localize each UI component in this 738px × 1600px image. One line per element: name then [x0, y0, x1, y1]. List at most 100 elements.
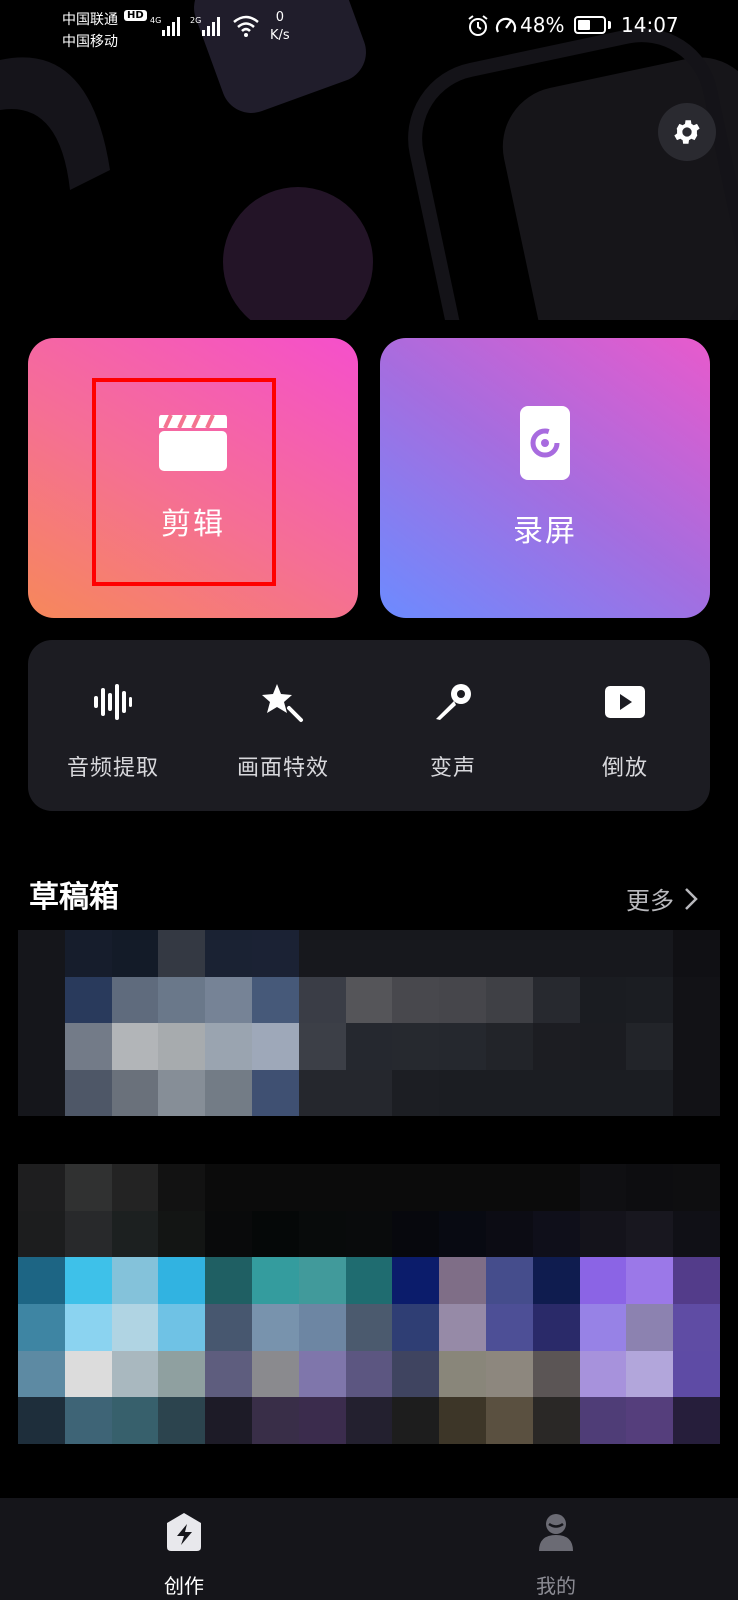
carrier-1: 中国联通 — [62, 12, 118, 28]
thumbnail-pixel — [579, 1304, 627, 1351]
tool-audio-extract[interactable]: 音频提取 — [28, 640, 198, 811]
thumbnail-pixel — [673, 1210, 720, 1258]
thumbnail-pixel — [298, 1304, 346, 1351]
tool-voice-change[interactable]: 变声 — [368, 640, 538, 811]
tools-panel: 音频提取 画面特效 变声 倒放 — [28, 640, 710, 811]
thumbnail-pixel — [205, 1210, 252, 1258]
settings-button[interactable] — [658, 103, 716, 161]
thumbnail-pixel — [673, 1164, 720, 1211]
thumbnail-pixel — [626, 1304, 674, 1351]
thumbnail-pixel — [158, 1023, 206, 1070]
more-link[interactable]: 更多 — [626, 881, 698, 916]
more-label: 更多 — [626, 887, 674, 915]
nav-label: 我的 — [536, 1574, 576, 1598]
thumbnail-pixel — [579, 930, 627, 977]
thumbnail-pixel — [673, 930, 720, 977]
thumbnail-pixel — [18, 1023, 65, 1070]
net-speed-value: 0 — [275, 10, 284, 25]
thumbnail-pixel — [205, 1350, 252, 1398]
thumbnail-pixel — [111, 976, 159, 1023]
thumbnail-pixel — [18, 976, 65, 1023]
thumbnail-pixel — [158, 1350, 206, 1398]
thumbnail-pixel — [626, 1069, 674, 1116]
draft-item[interactable] — [18, 1164, 720, 1444]
thumbnail-pixel — [439, 1397, 486, 1444]
audio-waveform-icon — [93, 680, 133, 724]
thumbnail-pixel — [345, 1164, 393, 1211]
net-speed-unit: K/s — [270, 28, 290, 43]
thumbnail-pixel — [532, 1023, 580, 1070]
thumbnail-pixel — [64, 1350, 112, 1398]
thumbnail-pixel — [298, 1164, 346, 1211]
thumbnail-pixel — [345, 1350, 393, 1398]
thumbnail-pixel — [111, 1069, 159, 1116]
thumbnail-pixel — [205, 976, 252, 1023]
thumbnail-pixel — [579, 1350, 627, 1398]
signal-2g-icon: 2G — [190, 14, 226, 42]
thumbnail-pixel — [345, 930, 393, 977]
thumbnail-pixel — [111, 1397, 159, 1444]
tool-reverse-play[interactable]: 倒放 — [540, 640, 710, 811]
thumbnail-pixel — [345, 1257, 393, 1304]
thumbnail-pixel — [111, 1350, 159, 1398]
thumbnail-pixel — [579, 976, 627, 1023]
thumbnail-pixel — [205, 1257, 252, 1304]
thumbnail-pixel — [18, 1164, 65, 1211]
thumbnail-pixel — [251, 930, 299, 977]
thumbnail-pixel — [392, 1304, 440, 1351]
thumbnail-pixel — [298, 976, 346, 1023]
thumbnail-pixel — [298, 930, 346, 977]
tool-visual-effects[interactable]: 画面特效 — [198, 640, 368, 811]
tool-label: 变声 — [429, 756, 476, 781]
thumbnail-pixel — [345, 1210, 393, 1258]
microphone-icon — [432, 680, 474, 724]
thumbnail-pixel — [251, 1069, 299, 1116]
thumbnail-pixel — [673, 1069, 720, 1116]
thumbnail-pixel — [298, 1257, 346, 1304]
thumbnail-pixel — [439, 976, 486, 1023]
magic-star-icon — [261, 680, 305, 724]
thumbnail-pixel — [532, 1210, 580, 1258]
thumbnail-pixel — [439, 930, 486, 977]
thumbnail-pixel — [251, 1023, 299, 1070]
hd-badge: HD — [124, 10, 147, 21]
gear-icon — [674, 120, 700, 144]
thumbnail-pixel — [205, 1304, 252, 1351]
battery-percent: 48% — [520, 13, 565, 37]
nav-label: 创作 — [164, 1574, 204, 1598]
thumbnail-pixel — [251, 1257, 299, 1304]
thumbnail-pixel — [345, 1023, 393, 1070]
thumbnail-pixel — [205, 1069, 252, 1116]
thumbnail-pixel — [111, 1210, 159, 1258]
nav-profile[interactable]: 我的 — [466, 1498, 646, 1600]
thumbnail-pixel — [626, 1210, 674, 1258]
thumbnail-pixel — [532, 930, 580, 977]
tool-label: 音频提取 — [66, 756, 159, 781]
screen-record-card-label: 录屏 — [513, 514, 577, 549]
thumbnail-pixel — [626, 1023, 674, 1070]
thumbnail-pixel — [485, 1350, 533, 1398]
screen-record-card[interactable]: 录屏 — [380, 338, 710, 618]
signal-4g-icon: 4G — [150, 14, 186, 42]
thumbnail-pixel — [626, 1257, 674, 1304]
thumbnail-pixel — [439, 1350, 486, 1398]
thumbnail-pixel — [439, 1164, 486, 1211]
thumbnail-pixel — [345, 1397, 393, 1444]
profile-icon — [535, 1508, 577, 1556]
thumbnail-pixel — [626, 1350, 674, 1398]
thumbnail-pixel — [205, 930, 252, 977]
thumbnail-pixel — [485, 1397, 533, 1444]
thumbnail-pixel — [158, 1397, 206, 1444]
thumbnail-pixel — [579, 1397, 627, 1444]
wifi-icon — [232, 14, 260, 42]
thumbnail-pixel — [485, 1304, 533, 1351]
thumbnail-pixel — [673, 1304, 720, 1351]
thumbnail-pixel — [439, 1210, 486, 1258]
thumbnail-pixel — [392, 930, 440, 977]
thumbnail-pixel — [673, 1257, 720, 1304]
thumbnail-pixel — [64, 1023, 112, 1070]
draft-item[interactable] — [18, 930, 720, 1116]
thumbnail-pixel — [345, 1069, 393, 1116]
chevron-right-icon — [685, 887, 698, 910]
nav-create[interactable]: 创作 — [94, 1498, 274, 1600]
